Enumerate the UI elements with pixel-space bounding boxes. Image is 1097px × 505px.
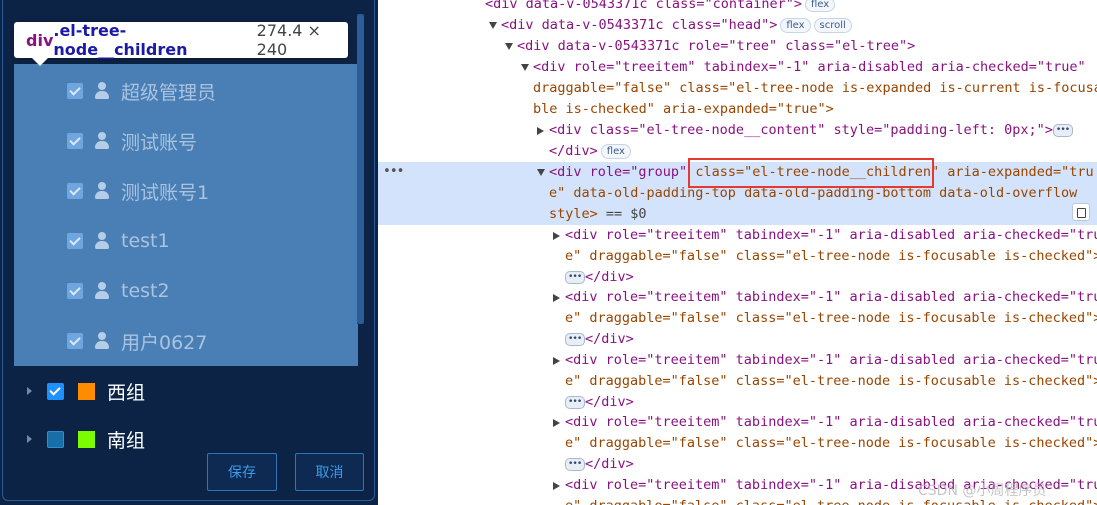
dom-line-wrap: e" draggable="false" class="el-tree-node…: [565, 310, 1097, 326]
tree-node-child[interactable]: test1: [14, 216, 358, 266]
dom-line[interactable]: <div class="el-tree-node__content" style…: [549, 120, 1073, 141]
collapse-triangle-icon[interactable]: [505, 43, 513, 50]
expand-triangle-icon[interactable]: [553, 294, 560, 302]
dom-line[interactable]: <div role="treeitem" tabindex="-1" aria-…: [565, 225, 1097, 246]
expand-triangle-icon[interactable]: [553, 232, 560, 240]
collapse-triangle-icon[interactable]: [489, 22, 497, 29]
csdn-watermark: CSDN @小周程序员: [918, 483, 1047, 499]
dom-line-wrap: e" draggable="false" class="el-tree-node…: [565, 435, 1097, 451]
tree-node-group-west[interactable]: 西组: [0, 371, 360, 411]
group-color-swatch: [78, 382, 95, 400]
tooltip-class: .el-tree-node__children: [53, 21, 188, 59]
checkbox-checked[interactable]: [67, 283, 83, 299]
user-icon: [94, 132, 110, 150]
checkbox-unchecked[interactable]: [47, 430, 64, 448]
inspect-tooltip: div .el-tree-node__children 274.4 × 240: [14, 21, 348, 66]
group-label: 西组: [107, 381, 146, 404]
tree-node-label: 测试账号: [121, 131, 198, 154]
checkbox-checked[interactable]: [67, 183, 83, 199]
user-icon: [94, 82, 110, 100]
ellipsis-expand-icon[interactable]: [565, 329, 585, 350]
devtools-elements-panel: ••• <div data-v-0543371c class="containe…: [378, 0, 1097, 505]
tree-children-highlight: 超级管理员 测试账号 测试账号1 test1 test2 用户0627: [14, 64, 358, 366]
checkbox-checked[interactable]: [47, 382, 64, 400]
user-icon: [94, 282, 110, 300]
permission-tree-panel: 超级管理员 测试账号 测试账号1 test1 test2 用户0627 西组 南…: [0, 0, 378, 505]
tree-node-label: 测试账号1: [121, 181, 210, 204]
dom-line: </div>: [565, 454, 634, 475]
tree-node-child[interactable]: test2: [14, 266, 358, 316]
tree-node-label: 用户0627: [121, 331, 208, 354]
ellipsis-expand-icon[interactable]: [1052, 120, 1073, 141]
tooltip-size: 274.4 × 240: [256, 21, 321, 59]
tree-node-child[interactable]: 用户0627: [14, 316, 358, 366]
user-icon: [94, 232, 110, 250]
tree-node-child[interactable]: 超级管理员: [14, 66, 358, 116]
dom-line: </div> flex: [549, 141, 631, 162]
flex-badge[interactable]: flex: [804, 0, 836, 12]
tree-node-label: test2: [121, 280, 170, 302]
checkbox-checked[interactable]: [67, 333, 83, 349]
tree-node-label: test1: [121, 230, 170, 252]
checkbox-checked[interactable]: [67, 133, 83, 149]
dom-line: </div>: [565, 392, 634, 413]
dom-line-wrap: e" draggable="false" class="el-tree-node…: [565, 248, 1097, 264]
dom-line[interactable]: <div role="treeitem" tabindex="-1" aria-…: [565, 350, 1097, 371]
tree-scrollbar[interactable]: [357, 14, 364, 324]
tree-node-child[interactable]: 测试账号: [14, 116, 358, 166]
dom-line[interactable]: <div role="treeitem" tabindex="-1" aria-…: [565, 412, 1097, 433]
cancel-button[interactable]: 取消: [295, 453, 364, 491]
dom-line-wrap: ble is-checked" aria-expanded="true">: [533, 101, 834, 117]
ellipsis-expand-icon[interactable]: [565, 392, 585, 413]
ellipsis-expand-icon[interactable]: [565, 267, 585, 288]
dom-line[interactable]: <div data-v-0543371c class="container"> f…: [485, 0, 836, 15]
flex-badge[interactable]: flex: [600, 143, 631, 159]
dom-line-wrap: style> == $0: [549, 206, 647, 222]
flex-badge[interactable]: flex: [780, 17, 811, 33]
group-label: 南组: [107, 429, 146, 452]
annotation-red-box: [688, 158, 934, 188]
copy-icon[interactable]: [1072, 203, 1090, 221]
expand-triangle-icon[interactable]: [537, 127, 544, 135]
group-color-swatch: [78, 430, 95, 448]
expand-caret-icon[interactable]: [27, 387, 32, 395]
collapse-triangle-icon[interactable]: [521, 64, 529, 71]
dom-line-wrap: e" draggable="false" class="el-tree-node…: [565, 373, 1097, 389]
user-icon: [94, 332, 110, 350]
expand-triangle-icon[interactable]: [553, 482, 560, 490]
save-button[interactable]: 保存: [207, 453, 277, 491]
tooltip-tag: div: [26, 30, 54, 50]
dom-line-wrap: draggable="false" class="el-tree-node is…: [533, 80, 1097, 96]
dom-line: </div>: [565, 329, 634, 350]
tree-node-label: 超级管理员: [121, 81, 217, 104]
dom-line[interactable]: <div data-v-0543371c role="tree" class="…: [517, 36, 915, 57]
checkbox-checked[interactable]: [67, 83, 83, 99]
expand-caret-icon[interactable]: [27, 435, 32, 443]
dom-line[interactable]: <div role="treeitem" tabindex="-1" aria-…: [533, 57, 1086, 78]
scroll-badge[interactable]: scroll: [813, 17, 852, 33]
expand-triangle-icon[interactable]: [553, 419, 560, 427]
checkbox-checked[interactable]: [67, 233, 83, 249]
dom-line[interactable]: <div role="treeitem" tabindex="-1" aria-…: [565, 287, 1097, 308]
ellipsis-expand-icon[interactable]: [565, 454, 585, 475]
expand-triangle-icon[interactable]: [553, 357, 560, 365]
tree-node-child[interactable]: 测试账号1: [14, 166, 358, 216]
dom-line[interactable]: <div data-v-0543371c class="head"> flex sc…: [501, 15, 852, 36]
user-icon: [94, 182, 110, 200]
scrollbar-thumb[interactable]: [357, 14, 364, 324]
collapse-triangle-icon[interactable]: [537, 169, 545, 176]
dom-line: </div>: [565, 267, 634, 288]
more-options-icon[interactable]: •••: [383, 164, 405, 179]
